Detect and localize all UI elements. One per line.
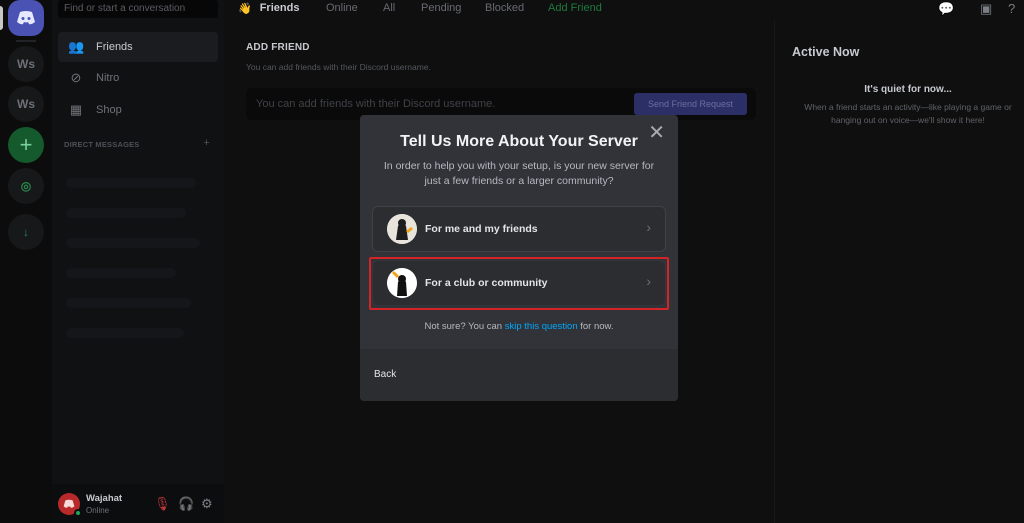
shop-icon: ▦ <box>69 102 83 117</box>
dm-placeholder <box>66 178 196 188</box>
active-now-title: Active Now <box>792 45 860 59</box>
dm-placeholder <box>66 238 200 248</box>
option-me-and-friends[interactable]: For me and my friends › <box>372 206 666 252</box>
discord-home-button[interactable] <box>8 0 44 36</box>
selected-indicator <box>0 6 3 30</box>
modal-subtitle: In order to help you with your setup, is… <box>383 160 655 187</box>
friends-title: Friends <box>259 2 300 14</box>
top-bar: 👋 Friends Online All Pending Blocked Add… <box>224 0 1024 18</box>
channel-sidebar: Find or start a conversation 👥 Friends ⊘… <box>52 0 224 523</box>
download-apps-button[interactable]: ↓ <box>8 214 44 250</box>
new-group-dm-icon[interactable]: 💬 <box>938 1 954 17</box>
not-sure-suffix: for now. <box>577 321 614 332</box>
tab-online[interactable]: Online <box>326 2 358 14</box>
dm-header-label: DIRECT MESSAGES <box>64 140 140 149</box>
inbox-icon[interactable]: ▣ <box>980 1 992 17</box>
sidebar-item-friends[interactable]: 👥 Friends <box>58 32 218 62</box>
tab-all[interactable]: All <box>383 2 395 14</box>
sidebar-item-label: Shop <box>96 104 122 116</box>
server-ws-1[interactable]: Ws <box>8 46 44 82</box>
dm-placeholder <box>66 298 191 308</box>
quiet-title: It's quiet for now... <box>864 84 952 95</box>
sidebar-item-shop[interactable]: ▦ Shop <box>58 95 218 125</box>
direct-messages-header: DIRECT MESSAGES + <box>64 137 210 149</box>
dm-placeholder <box>66 268 176 278</box>
rail-separator <box>16 40 36 42</box>
not-sure-prefix: Not sure? You can <box>424 321 505 332</box>
tab-blocked[interactable]: Blocked <box>485 2 524 14</box>
server-ws-2[interactable]: Ws <box>8 86 44 122</box>
not-sure-text: Not sure? You can skip this question for… <box>360 321 678 332</box>
plus-icon: + <box>19 132 33 157</box>
search-input[interactable]: Find or start a conversation <box>58 0 218 18</box>
server-rail: Ws Ws + ◎ ↓ <box>0 0 52 523</box>
add-server-button[interactable]: + <box>8 127 44 163</box>
quiet-description: When a friend starts an activity—like pl… <box>804 102 1012 125</box>
modal-title: Tell Us More About Your Server <box>400 133 638 150</box>
friends-icon: 👥 <box>68 39 85 54</box>
download-icon: ↓ <box>23 225 29 239</box>
settings-gear-icon[interactable]: ⚙ <box>201 496 213 512</box>
add-friend-subtitle: You can add friends with their Discord u… <box>246 62 431 72</box>
option-label: For me and my friends <box>425 223 538 235</box>
help-icon[interactable]: ? <box>1008 1 1015 16</box>
friends-illustration-icon <box>387 214 417 244</box>
discord-logo-icon <box>63 499 75 508</box>
tab-add-friend[interactable]: Add Friend <box>548 2 602 14</box>
modal-footer: Back <box>360 349 678 401</box>
explore-servers-button[interactable]: ◎ <box>8 168 44 204</box>
friends-wave-icon: 👋 <box>238 3 252 15</box>
online-status-dot <box>74 509 82 517</box>
chevron-right-icon: › <box>646 219 651 235</box>
create-dm-icon[interactable]: + <box>203 137 210 149</box>
tab-pending[interactable]: Pending <box>421 2 461 14</box>
user-status: Online <box>86 506 110 515</box>
send-friend-request-button[interactable]: Send Friend Request <box>634 93 747 115</box>
sidebar-item-label: Nitro <box>96 72 120 84</box>
user-panel: Wajahat Online 🎙 🎧 ⚙ <box>52 484 224 523</box>
back-button[interactable]: Back <box>374 369 396 380</box>
sidebar-item-label: Friends <box>96 41 133 53</box>
nitro-icon: ⊘ <box>70 70 82 85</box>
username: Wajahat <box>86 493 123 504</box>
mute-mic-icon[interactable]: 🎙 <box>154 496 171 512</box>
headphones-icon[interactable]: 🎧 <box>178 496 194 512</box>
vertical-divider <box>774 20 775 523</box>
friends-heading: 👋 Friends <box>238 2 299 15</box>
skip-question-link[interactable]: skip this question <box>505 321 578 332</box>
add-friend-title: ADD FRIEND <box>246 42 310 53</box>
discord-logo-icon <box>17 11 35 25</box>
highlight-annotation <box>369 257 669 310</box>
dm-placeholder <box>66 208 186 218</box>
compass-icon: ◎ <box>20 179 32 193</box>
dm-placeholder <box>66 328 184 338</box>
sidebar-item-nitro[interactable]: ⊘ Nitro <box>58 63 218 93</box>
